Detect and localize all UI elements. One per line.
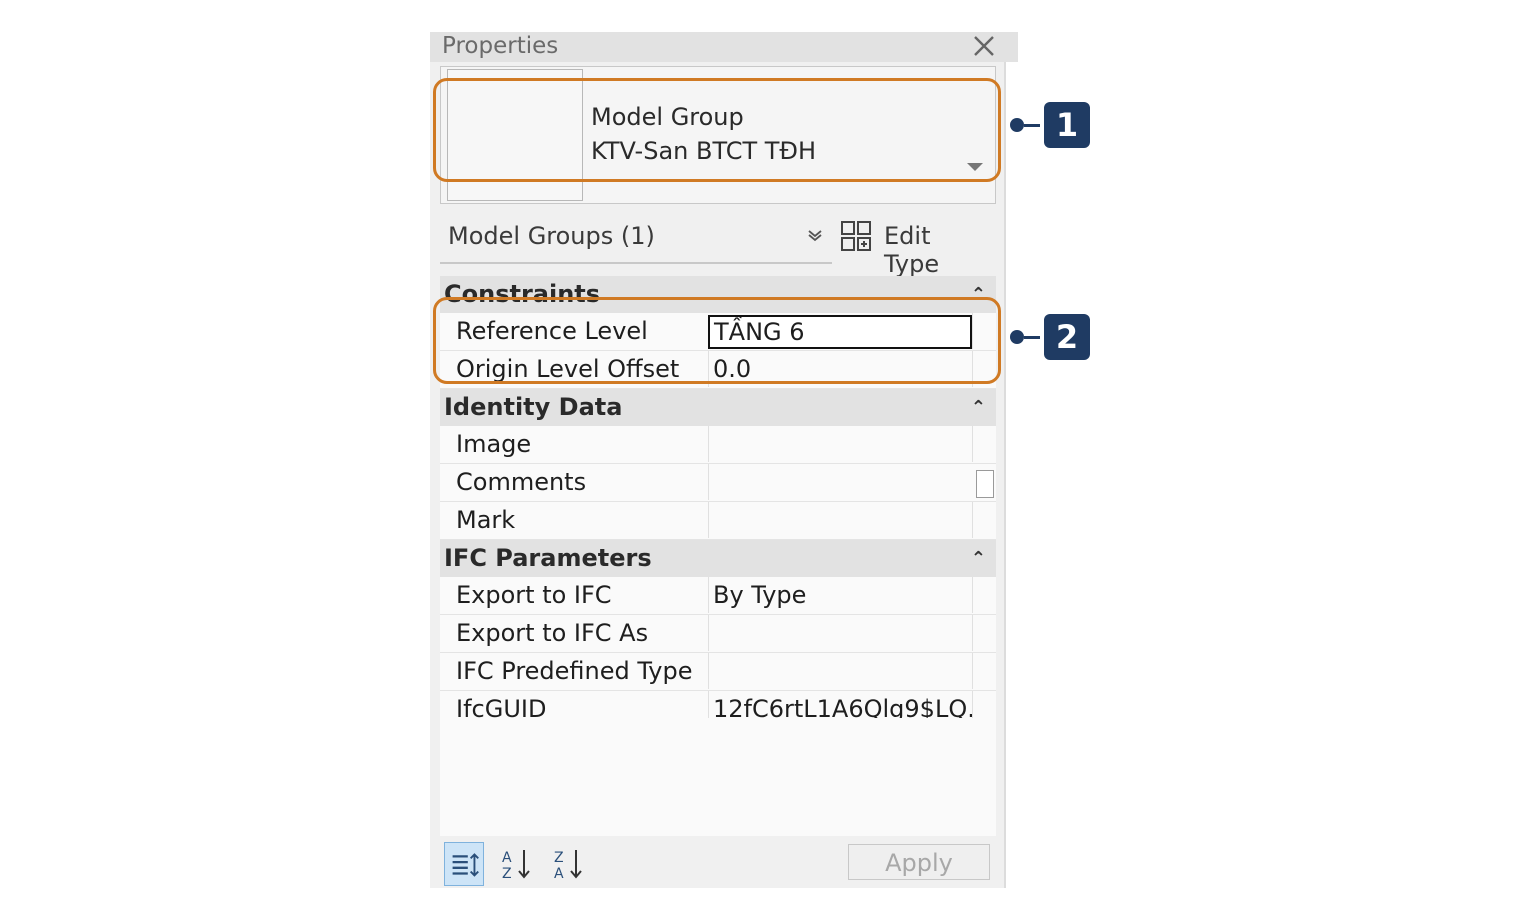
property-label: Export to IFC — [456, 581, 612, 609]
palette-title: Properties — [442, 33, 559, 59]
categorized-view-icon[interactable] — [444, 842, 484, 886]
chevron-down-icon[interactable] — [806, 226, 824, 244]
group-title: Identity Data — [444, 393, 623, 421]
apply-button[interactable]: Apply — [848, 844, 990, 880]
row-gutter — [972, 426, 997, 462]
callout-line — [1024, 124, 1040, 127]
close-icon[interactable] — [972, 34, 996, 58]
property-row[interactable]: Image — [440, 426, 996, 464]
svg-text:Z: Z — [554, 850, 564, 866]
sort-descending-icon[interactable]: Z A — [548, 842, 588, 886]
property-label: Export to IFC As — [456, 619, 649, 647]
callout-1: 1 — [1010, 102, 1092, 150]
property-row[interactable]: Comments — [440, 464, 996, 502]
collapse-up-icon[interactable]: ⌃ — [971, 389, 986, 426]
instance-filter-label: Model Groups (1) — [448, 222, 655, 250]
group-header-identity-data[interactable]: Identity Data ⌃ — [440, 389, 996, 426]
highlight-type-selector — [433, 78, 1001, 182]
ifc-predefined-type-field[interactable] — [708, 653, 972, 689]
edit-type-icon — [841, 221, 871, 251]
comments-field[interactable] — [708, 464, 972, 500]
callout-badge: 2 — [1044, 314, 1090, 360]
export-to-ifc-as-field[interactable] — [708, 615, 972, 651]
property-label: Image — [456, 430, 532, 458]
property-label: IFC Predefined Type — [456, 657, 693, 685]
property-row[interactable]: Export to IFC As — [440, 615, 996, 653]
property-row[interactable]: Mark — [440, 502, 996, 540]
property-row[interactable]: IFC Predefined Type — [440, 653, 996, 691]
callout-badge: 1 — [1044, 102, 1090, 148]
export-to-ifc-field[interactable]: By Type — [708, 577, 972, 613]
callout-dot — [1010, 118, 1024, 132]
row-gutter — [972, 502, 997, 538]
svg-text:A: A — [554, 866, 564, 882]
group-header-ifc-parameters[interactable]: IFC Parameters ⌃ — [440, 540, 996, 577]
group-title: IFC Parameters — [444, 544, 652, 572]
image-field[interactable] — [708, 426, 972, 462]
svg-text:Z: Z — [502, 866, 512, 882]
mark-field[interactable] — [708, 502, 972, 538]
instance-filter-dropdown[interactable]: Model Groups (1) — [440, 214, 832, 264]
property-row[interactable]: Export to IFC By Type — [440, 577, 996, 615]
property-label: Comments — [456, 468, 587, 496]
grid-empty-area — [440, 718, 996, 836]
sort-ascending-icon[interactable]: A Z — [496, 842, 536, 886]
callout-dot — [1010, 330, 1024, 344]
row-gutter — [972, 615, 997, 651]
collapse-up-icon[interactable]: ⌃ — [971, 540, 986, 577]
edit-type-button[interactable]: Edit Type — [840, 218, 990, 278]
palette-toolbar: A Z Z A Apply — [440, 838, 996, 888]
callout-line — [1024, 336, 1040, 339]
highlight-constraints — [433, 297, 1001, 384]
row-gutter — [972, 653, 997, 689]
svg-text:A: A — [502, 850, 512, 866]
callout-2: 2 — [1010, 314, 1092, 362]
edit-type-label: Edit Type — [884, 222, 940, 278]
row-gutter — [972, 577, 997, 613]
comments-browse-button[interactable] — [976, 470, 994, 498]
property-label: Mark — [456, 506, 516, 534]
